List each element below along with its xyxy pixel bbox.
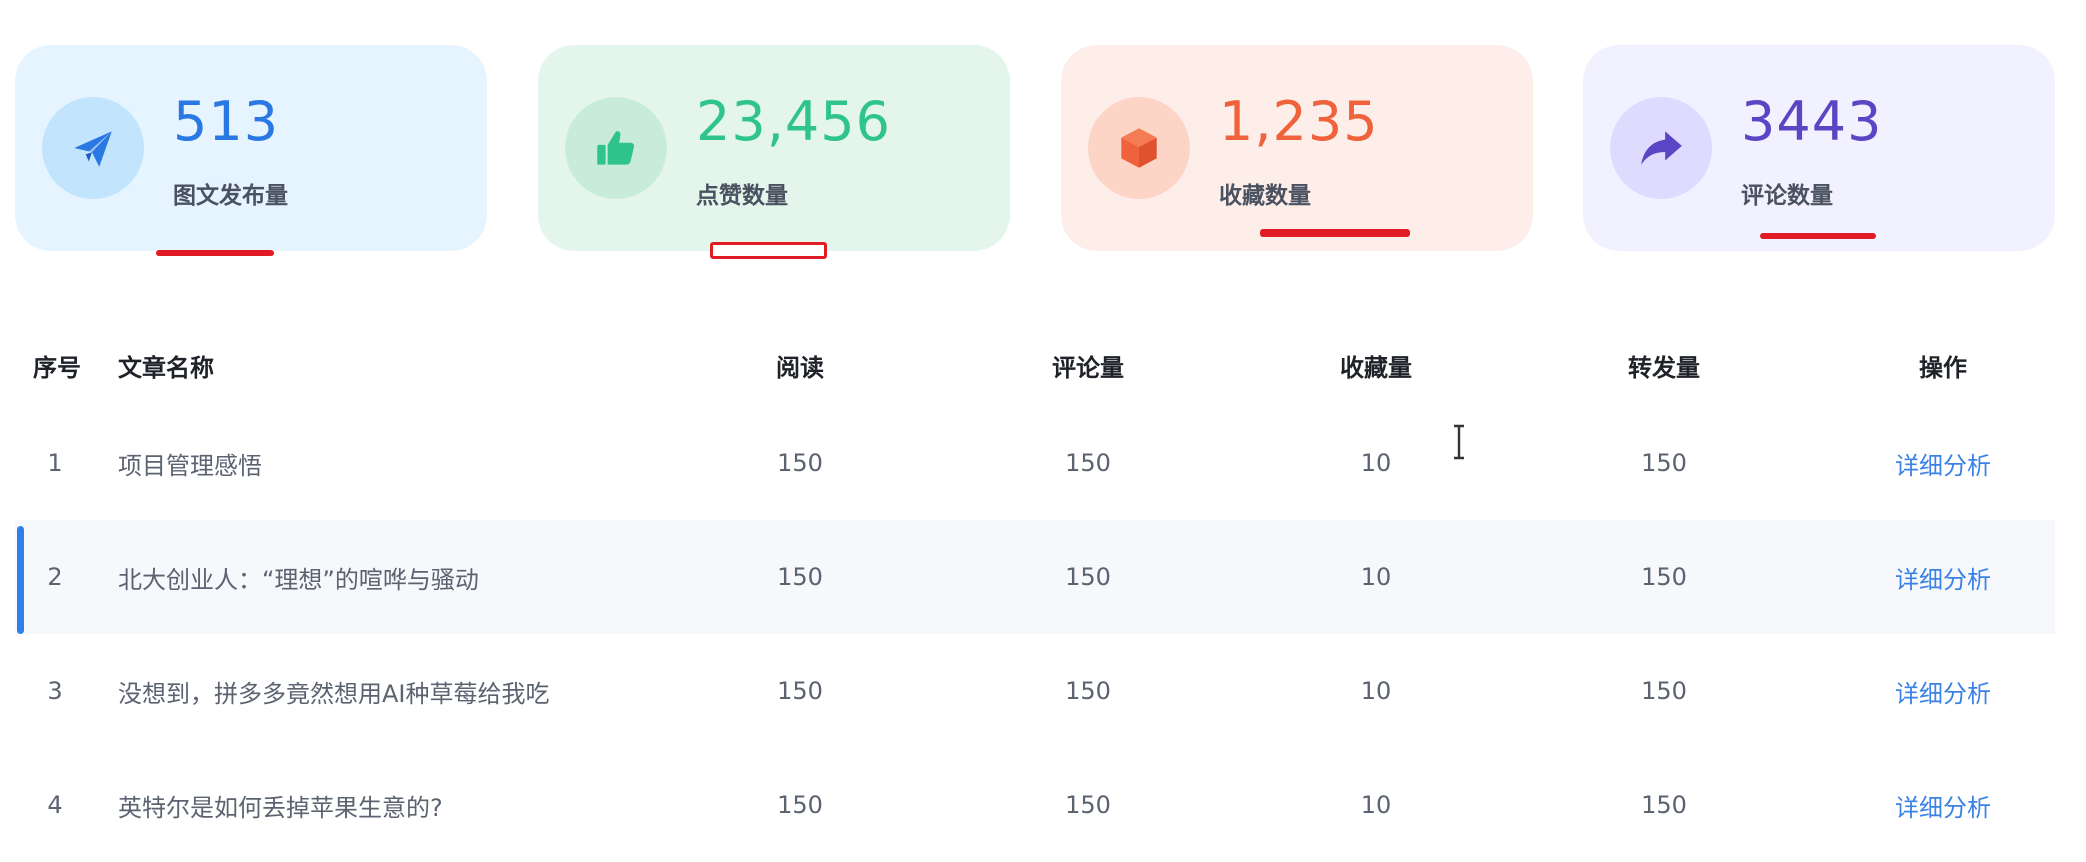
header-favorites: 收藏量 <box>1340 353 1412 382</box>
cell-reads: 150 <box>777 677 823 705</box>
cell-title: 北大创业人：“理想”的喧哗与骚动 <box>118 565 479 594</box>
cell-reads: 150 <box>777 449 823 477</box>
table-header: 序号 文章名称 阅读 评论量 收藏量 转发量 操作 <box>15 340 2055 390</box>
header-action: 操作 <box>1919 353 1967 382</box>
cell-comments: 150 <box>1065 449 1111 477</box>
cell-comments: 150 <box>1065 677 1111 705</box>
header-comments: 评论量 <box>1052 353 1124 382</box>
cell-favorites: 10 <box>1360 677 1392 705</box>
detail-analysis-link[interactable]: 详细分析 <box>1895 446 1991 481</box>
detail-analysis-link[interactable]: 详细分析 <box>1895 560 1991 595</box>
table-row: 2 北大创业人：“理想”的喧哗与骚动 150 150 10 150 详细分析 <box>15 520 2055 634</box>
table-row: 4 英特尔是如何丢掉苹果生意的? 150 150 10 150 详细分析 <box>15 748 2055 862</box>
stat-value: 513 <box>173 90 280 153</box>
cell-forwards: 150 <box>1641 791 1687 819</box>
stat-card-likes: 23,456 点赞数量 <box>538 45 1010 251</box>
cell-index: 1 <box>47 449 63 477</box>
header-forwards: 转发量 <box>1628 353 1700 382</box>
stat-value: 23,456 <box>696 90 891 153</box>
stat-value: 1,235 <box>1219 90 1379 153</box>
cell-reads: 150 <box>777 563 823 591</box>
cell-title: 项目管理感悟 <box>118 451 262 480</box>
stat-label: 评论数量 <box>1741 183 1833 209</box>
table-row: 3 没想到，拼多多竟然想用AI种草莓给我吃 150 150 10 150 详细分… <box>15 634 2055 748</box>
header-reads: 阅读 <box>776 353 824 382</box>
cell-index: 3 <box>47 677 63 705</box>
annotation-underline <box>1760 233 1876 239</box>
cell-favorites: 10 <box>1360 791 1392 819</box>
cell-forwards: 150 <box>1641 563 1687 591</box>
header-index: 序号 <box>33 353 81 382</box>
thumbs-up-icon <box>565 97 667 199</box>
cell-index: 4 <box>47 791 63 819</box>
cell-forwards: 150 <box>1641 449 1687 477</box>
cell-comments: 150 <box>1065 791 1111 819</box>
share-arrow-icon <box>1610 97 1712 199</box>
row-selection-indicator <box>17 526 24 634</box>
stat-card-posts: 513 图文发布量 <box>15 45 487 251</box>
cube-icon <box>1088 97 1190 199</box>
annotation-box <box>710 242 827 259</box>
stat-card-comments: 3443 评论数量 <box>1583 45 2055 251</box>
detail-analysis-link[interactable]: 详细分析 <box>1895 788 1991 823</box>
cell-title: 英特尔是如何丢掉苹果生意的? <box>118 793 443 822</box>
table-row: 1 项目管理感悟 150 150 10 150 详细分析 <box>15 406 2055 520</box>
cell-favorites: 10 <box>1360 563 1392 591</box>
cell-index: 2 <box>47 563 63 591</box>
header-title: 文章名称 <box>118 353 214 382</box>
stat-label: 图文发布量 <box>173 183 288 209</box>
paper-plane-icon <box>42 97 144 199</box>
stat-value: 3443 <box>1741 90 1883 153</box>
cell-reads: 150 <box>777 791 823 819</box>
cell-favorites: 10 <box>1360 449 1392 477</box>
annotation-underline <box>1260 229 1410 237</box>
detail-analysis-link[interactable]: 详细分析 <box>1895 674 1991 709</box>
cell-title: 没想到，拼多多竟然想用AI种草莓给我吃 <box>118 679 550 708</box>
text-cursor-icon <box>1454 424 1464 460</box>
stat-label: 收藏数量 <box>1219 183 1311 209</box>
annotation-underline <box>156 250 274 256</box>
cell-forwards: 150 <box>1641 677 1687 705</box>
cell-comments: 150 <box>1065 563 1111 591</box>
stat-label: 点赞数量 <box>696 183 788 209</box>
stat-card-favorites: 1,235 收藏数量 <box>1061 45 1533 251</box>
